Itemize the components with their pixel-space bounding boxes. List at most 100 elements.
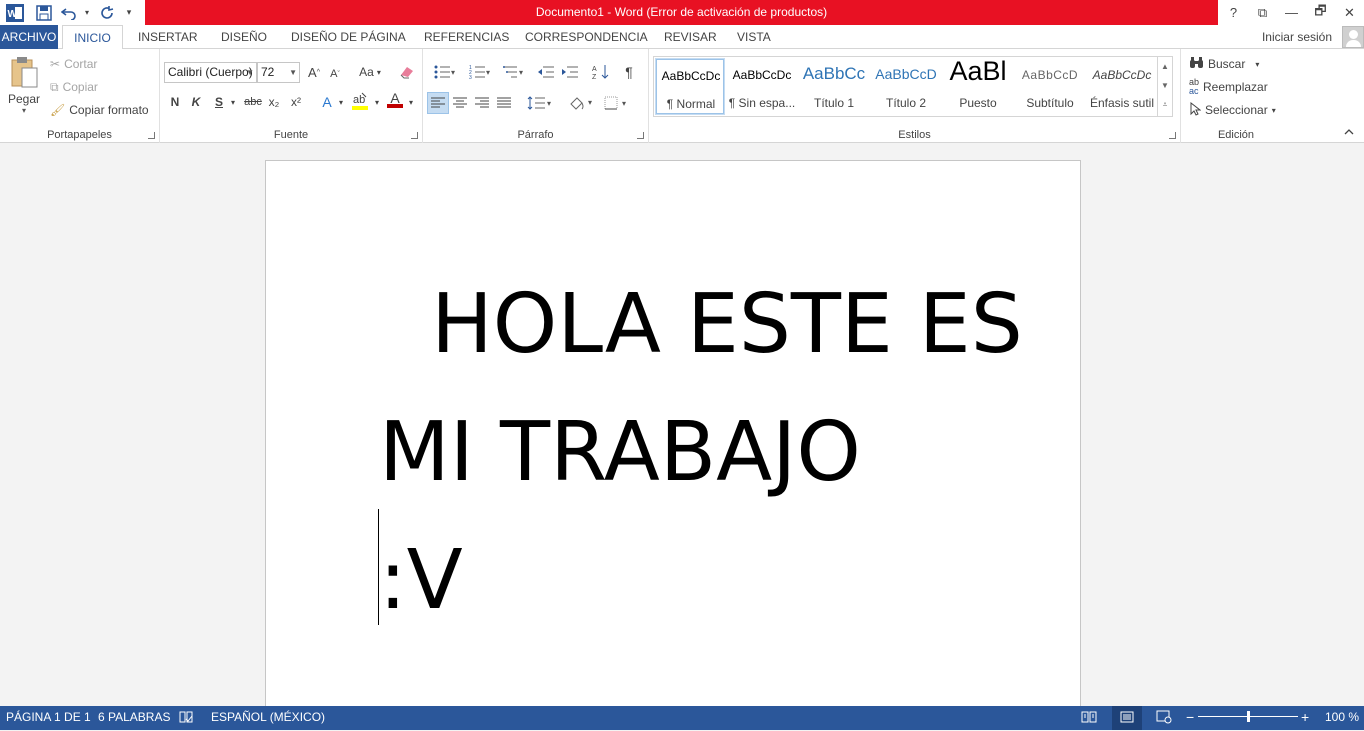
zoom-level[interactable]: 100 %	[1325, 706, 1359, 730]
paragraph-launcher-icon[interactable]	[637, 132, 644, 139]
redo-icon[interactable]	[94, 0, 120, 25]
document-line-2[interactable]: MI TRABAJO	[379, 389, 1023, 517]
bullets-icon[interactable]: ▾	[429, 62, 461, 82]
language-indicator[interactable]: ESPAÑOL (MÉXICO)	[211, 706, 325, 730]
justify-icon[interactable]	[495, 93, 513, 113]
change-case-button[interactable]: Aa ▾	[356, 62, 384, 82]
paste-dropdown-icon[interactable]: ▾	[6, 106, 42, 115]
subscript-button[interactable]: x₂	[266, 92, 282, 112]
signin-link[interactable]: Iniciar sesión	[1262, 30, 1332, 44]
shading-icon[interactable]: ▾	[566, 93, 596, 113]
tab-diseno[interactable]: DISEÑO	[221, 25, 267, 49]
select-dropdown-icon[interactable]: ▾	[1272, 106, 1276, 115]
find-button[interactable]: Buscar ▾	[1189, 54, 1259, 74]
avatar[interactable]	[1342, 26, 1364, 48]
style-titulo-1[interactable]: AaBbCc Título 1	[799, 58, 869, 115]
show-formatting-button[interactable]: ¶	[621, 62, 637, 82]
sort-icon[interactable]: AZ	[591, 62, 611, 82]
font-size-combo[interactable]: 72 ▼	[257, 62, 300, 83]
clipboard-launcher-icon[interactable]	[148, 132, 155, 139]
chevron-down-icon[interactable]: ▼	[1158, 76, 1172, 95]
align-left-icon[interactable]	[427, 92, 449, 114]
zoom-in-button[interactable]: +	[1301, 706, 1309, 730]
replace-button[interactable]: ab ac Reemplazar	[1189, 77, 1268, 97]
style-titulo-2[interactable]: AaBbCcD Título 2	[871, 58, 941, 115]
style-sin-espaciado[interactable]: AaBbCcDc ¶ Sin espa...	[727, 58, 797, 115]
font-color-dropdown-icon[interactable]: ▾	[406, 92, 416, 112]
italic-button[interactable]: K	[189, 92, 203, 112]
tab-diseno-de-pagina[interactable]: DISEÑO DE PÁGINA	[291, 25, 406, 49]
tab-referencias[interactable]: REFERENCIAS	[424, 25, 509, 49]
style-subtitulo[interactable]: AaBbCcD Subtítulo	[1015, 58, 1085, 115]
font-launcher-icon[interactable]	[411, 132, 418, 139]
ribbon-display-options-button[interactable]: ⧉	[1248, 0, 1277, 25]
underline-button[interactable]: S	[212, 92, 226, 112]
format-painter-button[interactable]: 🖌 Copiar formato	[50, 100, 149, 120]
numbering-icon[interactable]: 1 2 3 ▾	[464, 62, 496, 82]
grow-font-button[interactable]: A ^	[306, 62, 322, 82]
document-line-1[interactable]: HOLA ESTE ES	[379, 261, 1023, 389]
text-effects-button[interactable]: A	[320, 92, 334, 112]
underline-dropdown-icon[interactable]: ▾	[228, 92, 238, 112]
find-dropdown-icon[interactable]: ▾	[1255, 60, 1259, 69]
tab-revisar[interactable]: REVISAR	[664, 25, 717, 49]
minimize-button[interactable]: —	[1277, 0, 1306, 25]
more-styles-icon[interactable]: ⩡	[1158, 95, 1172, 114]
document-workspace[interactable]: HOLA ESTE ES MI TRABAJO:V	[0, 143, 1364, 706]
shrink-font-button[interactable]: Aˇ	[328, 64, 342, 84]
chevron-up-icon[interactable]: ▲	[1158, 57, 1172, 76]
signin-area: Iniciar sesión	[1262, 25, 1364, 49]
line-spacing-icon[interactable]: ▾	[525, 93, 555, 113]
style-puesto[interactable]: AaBl Puesto	[943, 56, 1013, 115]
close-button[interactable]: ✕	[1335, 0, 1364, 25]
proofing-icon[interactable]	[179, 706, 193, 730]
read-mode-icon[interactable]	[1081, 706, 1097, 730]
tab-vista[interactable]: VISTA	[737, 25, 771, 49]
group-edicion: Buscar ▾ ab ac Reemplazar Seleccionar ▾ E…	[1181, 49, 1291, 143]
styles-launcher-icon[interactable]	[1169, 132, 1176, 139]
restore-button[interactable]: 🗗	[1306, 0, 1335, 25]
align-center-icon[interactable]	[451, 93, 469, 113]
page-count[interactable]: PÁGINA 1 DE 1	[6, 706, 91, 730]
document-body[interactable]: HOLA ESTE ES MI TRABAJO:V	[379, 261, 1023, 645]
document-line-3[interactable]: :V	[379, 517, 1023, 645]
select-button[interactable]: Seleccionar ▾	[1189, 100, 1276, 120]
strikethrough-button[interactable]: abc	[243, 92, 263, 112]
increase-indent-icon[interactable]	[560, 62, 580, 82]
collapse-ribbon-icon[interactable]	[1344, 127, 1354, 138]
decrease-indent-icon[interactable]	[536, 62, 556, 82]
multilevel-list-icon[interactable]: ▾	[499, 62, 529, 82]
borders-icon[interactable]: ▾	[602, 93, 632, 113]
highlight-dropdown-icon[interactable]: ▾	[372, 92, 382, 112]
word-count[interactable]: 6 PALABRAS	[98, 706, 170, 730]
text-effects-dropdown-icon[interactable]: ▾	[336, 92, 346, 112]
highlight-icon[interactable]: ab	[351, 91, 369, 111]
window-title: Documento1 - Word (Error de activación d…	[145, 0, 1218, 25]
tab-archivo[interactable]: ARCHIVO	[0, 25, 58, 49]
web-layout-icon[interactable]	[1156, 706, 1172, 730]
cut-button[interactable]: ✂ Cortar	[50, 54, 97, 74]
tab-inicio[interactable]: INICIO	[62, 25, 123, 50]
clear-formatting-icon[interactable]	[398, 62, 416, 82]
font-family-combo[interactable]: Calibri (Cuerpo) ▼	[164, 62, 257, 83]
tab-insertar[interactable]: INSERTAR	[138, 25, 198, 49]
print-layout-icon[interactable]	[1112, 706, 1142, 730]
zoom-out-button[interactable]: −	[1186, 706, 1194, 730]
bold-button[interactable]: N	[168, 92, 182, 112]
style-enfasis-sutil[interactable]: AaBbCcDc Énfasis sutil	[1087, 58, 1157, 115]
copy-button[interactable]: ⧉ Copiar	[50, 77, 98, 97]
customize-qat-icon[interactable]: ▾	[120, 0, 138, 25]
paste-button[interactable]: Pegar ▾	[6, 55, 42, 119]
undo-dropdown-icon[interactable]: ▾	[80, 0, 94, 25]
document-page[interactable]: HOLA ESTE ES MI TRABAJO:V	[265, 160, 1081, 706]
tab-correspondencia[interactable]: CORRESPONDENCIA	[525, 25, 648, 49]
align-right-icon[interactable]	[473, 93, 491, 113]
style-normal[interactable]: AaBbCcDc ¶ Normal	[655, 58, 725, 115]
word-app-icon[interactable]: W	[0, 0, 30, 25]
superscript-button[interactable]: x²	[288, 92, 304, 112]
save-icon[interactable]	[30, 0, 58, 25]
undo-icon[interactable]	[58, 0, 80, 25]
help-button[interactable]: ?	[1219, 0, 1248, 25]
zoom-slider-thumb[interactable]	[1247, 711, 1250, 722]
font-color-button[interactable]: A	[386, 90, 404, 110]
